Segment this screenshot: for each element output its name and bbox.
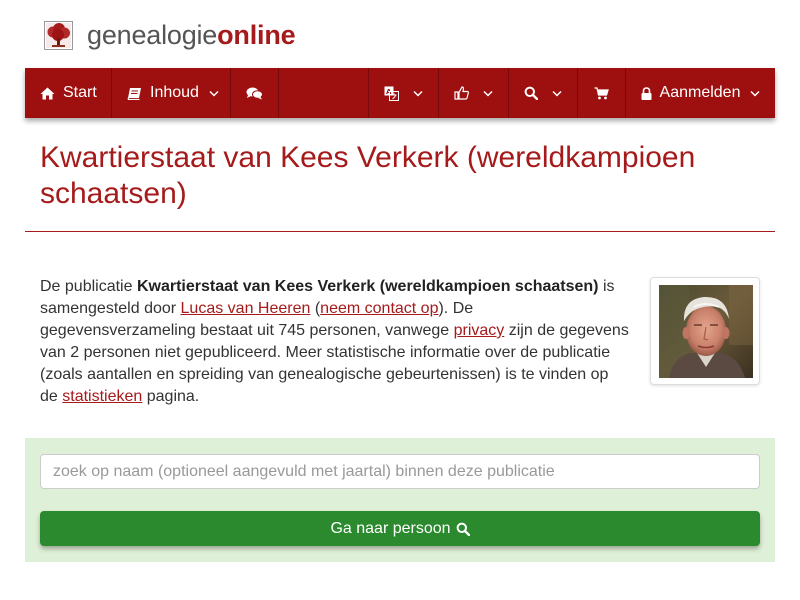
person-search-input[interactable] [40, 454, 760, 489]
chevron-down-icon [483, 90, 493, 97]
desc-text-6: pagina. [142, 388, 200, 405]
desc-text-1: De publicatie [40, 278, 137, 295]
nav-search[interactable] [509, 68, 578, 118]
comments-icon [246, 87, 263, 100]
nav-login-label: Aanmelden [659, 84, 741, 101]
nav-start-label: Start [63, 84, 97, 101]
nav-language[interactable]: A [369, 68, 439, 118]
portrait-frame [650, 277, 760, 385]
home-icon [40, 87, 55, 100]
site-logo[interactable]: genealogieonline [44, 18, 296, 52]
nav-start[interactable]: Start [25, 68, 112, 118]
brand-prefix: genealogie [87, 19, 218, 50]
nav-login[interactable]: Aanmelden [626, 68, 775, 118]
main-navbar: Start Inhoud A Aanmelden [25, 68, 775, 118]
contact-link[interactable]: neem contact op [320, 300, 438, 317]
chevron-down-icon [750, 90, 760, 97]
chevron-down-icon [413, 90, 423, 97]
nav-spacer [279, 68, 369, 118]
title-divider [25, 231, 775, 232]
nav-social[interactable] [439, 68, 509, 118]
nav-comments[interactable] [231, 68, 279, 118]
lock-icon [641, 86, 652, 100]
chevron-down-icon [209, 90, 219, 97]
translate-icon: A [384, 86, 399, 101]
thumbs-up-icon [454, 86, 469, 100]
nav-inhoud[interactable]: Inhoud [112, 68, 231, 118]
brand-name: genealogieonline [87, 19, 296, 51]
goto-person-button[interactable]: Ga naar persoon [40, 511, 760, 546]
search-icon [524, 86, 538, 100]
book-icon [127, 87, 142, 100]
publication-title: Kwartierstaat van Kees Verkerk (wereldka… [136, 278, 599, 295]
person-search-panel: Ga naar persoon [25, 438, 775, 562]
page-title: Kwartierstaat van Kees Verkerk (wereldka… [40, 141, 696, 210]
search-icon [456, 522, 470, 536]
goto-person-label: Ga naar persoon [330, 519, 451, 537]
tree-icon [44, 20, 73, 50]
nav-shop[interactable] [578, 68, 626, 118]
chevron-down-icon [552, 90, 562, 97]
publication-description: De publicatie Kwartierstaat van Kees Ver… [40, 276, 630, 408]
statistics-link[interactable]: statistieken [62, 388, 142, 405]
desc-text-3: ( [310, 300, 321, 317]
portrait-photo [659, 285, 753, 378]
nav-inhoud-label: Inhoud [150, 84, 199, 101]
author-link[interactable]: Lucas van Heeren [181, 300, 311, 317]
brand-suffix: online [217, 19, 296, 50]
cart-icon [594, 86, 609, 100]
privacy-link[interactable]: privacy [454, 322, 505, 339]
